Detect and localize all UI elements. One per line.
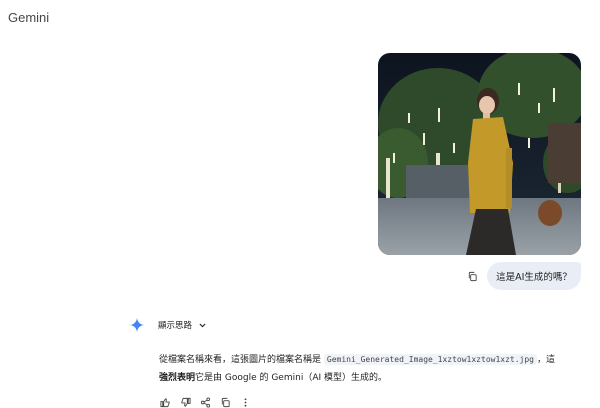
response-actions (159, 396, 251, 408)
show-thinking-toggle[interactable]: 顯示思路 (158, 318, 207, 332)
gemini-sparkle-icon (130, 318, 144, 332)
response-text-2: ，這 (536, 355, 555, 365)
thumbs-up-icon (159, 397, 170, 407)
photo-illustration (378, 53, 581, 255)
thumbs-down-icon (180, 397, 191, 407)
copy-icon (468, 271, 477, 281)
response-text-1: 從檔案名稱來看，這張圖片的檔案名稱是 (159, 355, 324, 365)
more-vert-icon (244, 397, 246, 407)
thumbs-down-button[interactable] (179, 396, 191, 408)
share-icon (200, 396, 210, 408)
copy-message-button[interactable] (464, 268, 480, 284)
chevron-down-icon (199, 323, 206, 327)
uploaded-photo[interactable] (378, 53, 581, 255)
share-button[interactable] (199, 396, 211, 408)
copy-response-button[interactable] (219, 396, 231, 408)
more-options-button[interactable] (239, 396, 251, 408)
response-filename: Gemini_Generated_Image_1xztow1xztow1xzt.… (323, 354, 537, 365)
app-title: Gemini (8, 10, 50, 25)
show-thinking-label: 顯示思路 (158, 321, 193, 331)
model-response: 從檔案名稱來看，這張圖片的檔案名稱是 Gemini_Generated_Imag… (159, 351, 584, 387)
response-bold-text: 強烈表明 (159, 373, 196, 383)
thumbs-up-button[interactable] (159, 396, 171, 408)
user-message-text: 這是AI生成的嗎？ (496, 272, 572, 283)
user-message-bubble: 這是AI生成的嗎？ (487, 262, 581, 290)
copy-icon (221, 397, 230, 407)
response-text-3: 它是由 Google 的 Gemini（AI 模型）生成的。 (195, 373, 387, 383)
